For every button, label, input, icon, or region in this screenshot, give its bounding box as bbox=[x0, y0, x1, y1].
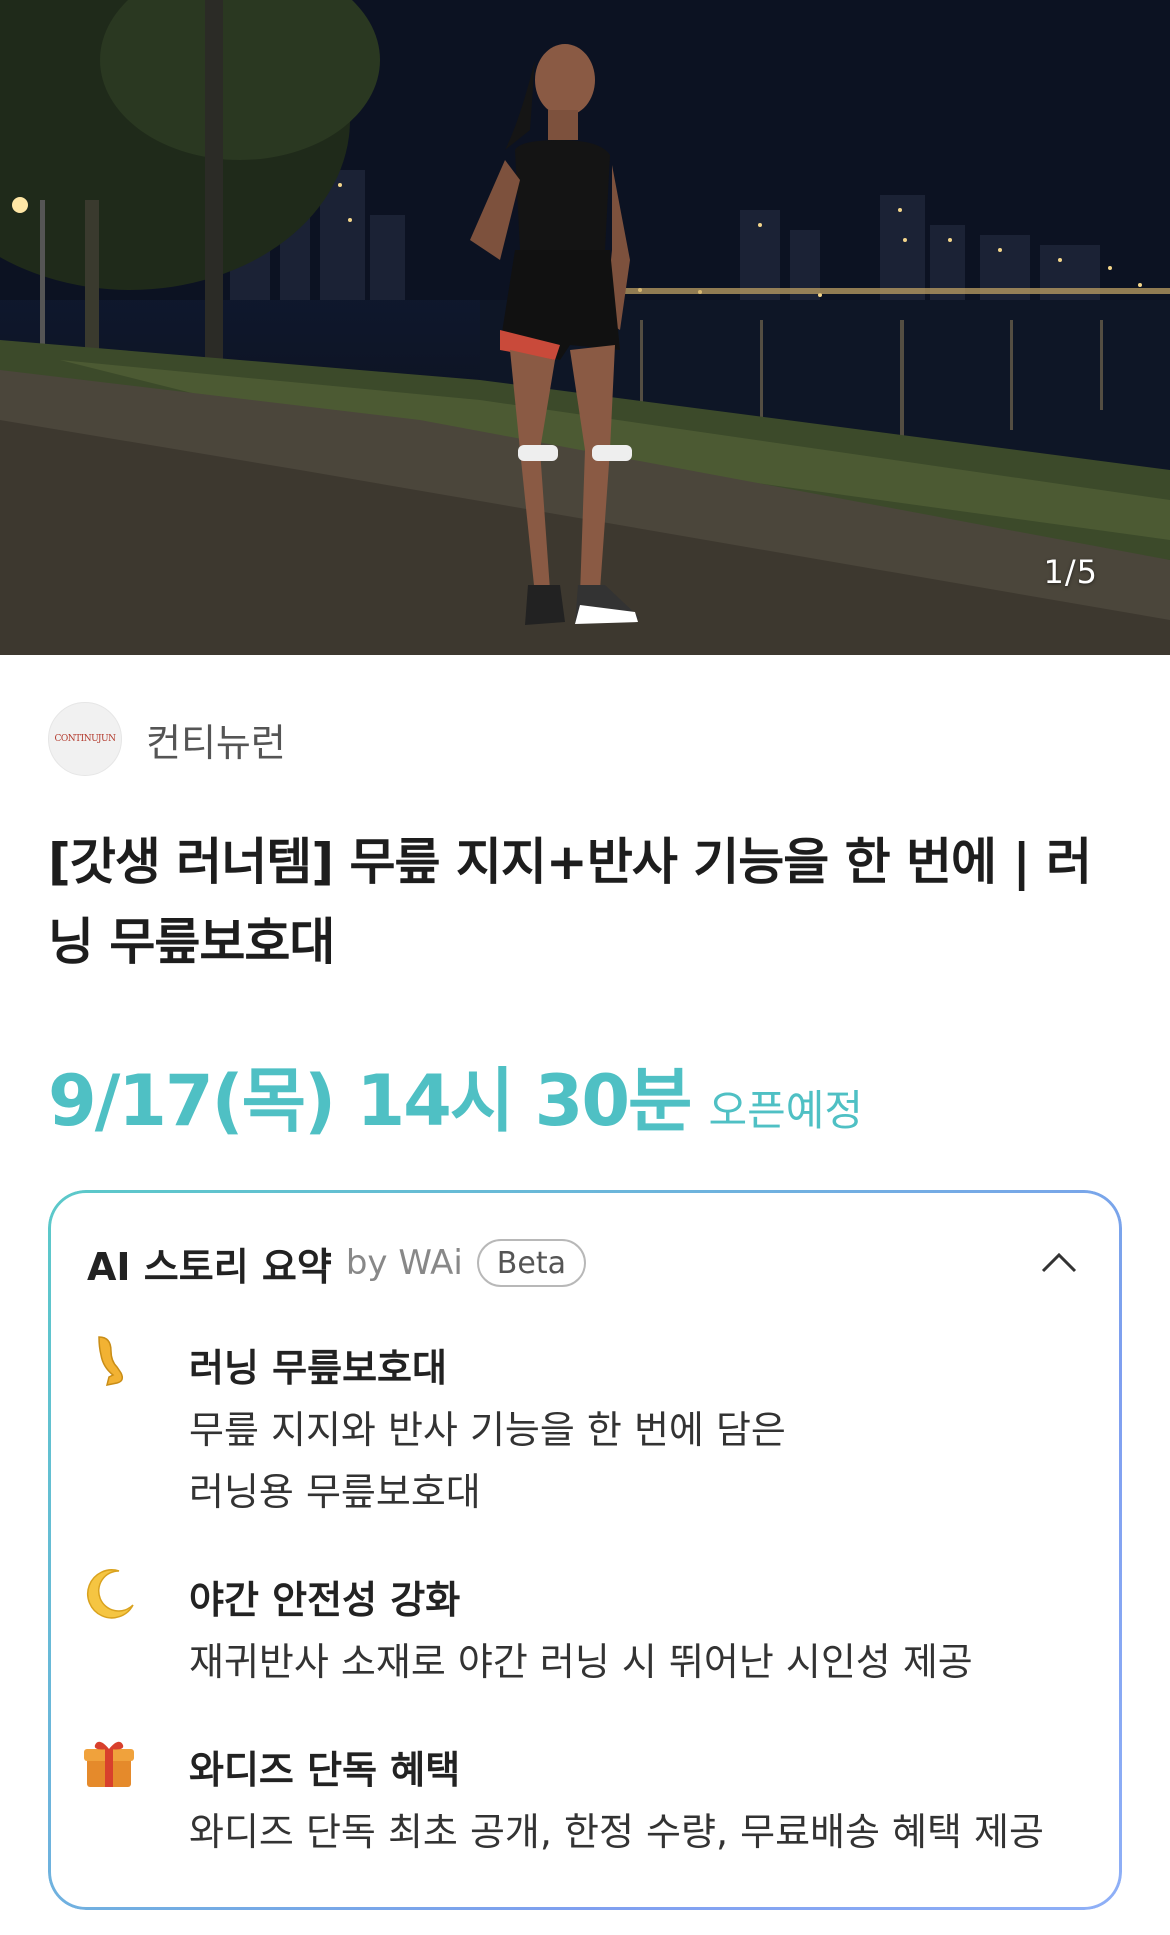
summary-item-title: 와디즈 단독 혜택 bbox=[189, 1748, 461, 1792]
gift-icon bbox=[81, 1735, 137, 1791]
brand-logo: CONTINUJUN bbox=[54, 734, 116, 744]
open-schedule: 9/17(목) 14시 30분 오픈예정 bbox=[48, 1045, 863, 1146]
brand-name[interactable]: 컨티뉴런 bbox=[146, 712, 286, 767]
summary-item-desc: 와디즈 단독 최초 공개, 한정 수량, 무료배송 혜택 제공 bbox=[189, 1810, 1044, 1854]
brand-row[interactable]: CONTINUJUN 컨티뉴런 bbox=[48, 702, 286, 776]
ai-summary-title: AI 스토리 요약 bbox=[87, 1244, 332, 1289]
summary-item-title: 야간 안전성 강화 bbox=[189, 1578, 461, 1622]
crescent-moon-icon bbox=[81, 1565, 137, 1621]
ai-summary-card: AI 스토리 요약 by WAi Beta 러닝 무릎보호대 무릎 지지와 반사… bbox=[48, 1190, 1122, 1910]
brand-avatar[interactable]: CONTINUJUN bbox=[48, 702, 122, 776]
beta-badge: Beta bbox=[476, 1239, 586, 1287]
product-image-carousel[interactable]: 1/5 bbox=[0, 0, 1170, 655]
ai-summary-by: by WAi bbox=[345, 1243, 463, 1283]
summary-item-desc: 재귀반사 소재로 야간 러닝 시 뛰어난 시인성 제공 bbox=[189, 1640, 973, 1684]
hero-photo bbox=[0, 0, 1170, 655]
chevron-up-icon[interactable] bbox=[1035, 1239, 1083, 1287]
leg-icon bbox=[81, 1333, 137, 1389]
ai-summary-header[interactable]: AI 스토리 요약 by WAi Beta bbox=[87, 1233, 1083, 1293]
image-counter: 1/5 bbox=[1043, 553, 1098, 591]
open-date: 9/17(목) 14시 30분 bbox=[48, 1060, 692, 1142]
product-title: [갓생 러너템] 무릎 지지+반사 기능을 한 번에 | 러닝 무릎보호대 bbox=[48, 833, 1092, 971]
summary-item-title: 러닝 무릎보호대 bbox=[189, 1346, 447, 1390]
summary-item-desc: 무릎 지지와 반사 기능을 한 번에 담은 러닝용 무릎보호대 bbox=[189, 1408, 786, 1514]
open-label: 오픈예정 bbox=[708, 1086, 863, 1135]
